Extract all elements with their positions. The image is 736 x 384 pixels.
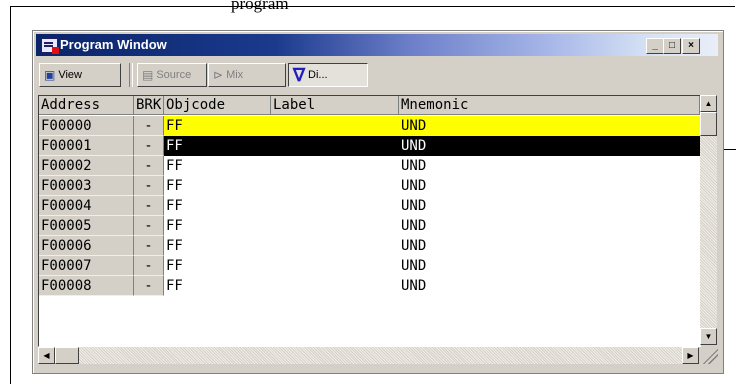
- table-row[interactable]: F00002- FF UND: [39, 156, 700, 176]
- cell-label: [271, 276, 399, 296]
- table-row[interactable]: F00006- FF UND: [39, 236, 700, 256]
- vertical-scroll-thumb[interactable]: [700, 112, 717, 136]
- cell-address: F00004: [39, 196, 134, 216]
- cell-brk[interactable]: -: [134, 276, 164, 296]
- table-row[interactable]: F00001- FF UND: [39, 136, 700, 156]
- cell-objcode: FF: [166, 238, 183, 254]
- table-row[interactable]: F00004- FF UND: [39, 196, 700, 216]
- cell-label: [271, 136, 399, 156]
- program-window-icon: [41, 38, 59, 54]
- cell-address: F00002: [39, 156, 134, 176]
- scroll-right-arrow-icon[interactable]: ▶: [682, 347, 699, 364]
- cell-address: F00007: [39, 256, 134, 276]
- cell-mnemonic: UND: [401, 218, 427, 234]
- toolbar-separator: [129, 63, 133, 87]
- cell-brk[interactable]: -: [134, 196, 164, 216]
- cell-mnemonic: UND: [399, 136, 700, 156]
- scroll-up-arrow-icon[interactable]: ▲: [700, 95, 717, 112]
- view-icon: ▣: [44, 68, 56, 82]
- cell-objcode: FF: [166, 218, 183, 234]
- cell-label: [271, 236, 399, 256]
- scroll-left-arrow-icon[interactable]: ◀: [38, 347, 55, 364]
- cell-label: [271, 176, 399, 196]
- cell-objcode: FF: [166, 198, 183, 214]
- cell-objcode: FF: [164, 136, 271, 156]
- cell-address: F00000: [39, 116, 134, 136]
- document-caption: program: [231, 0, 289, 13]
- cell-address: F00008: [39, 276, 134, 296]
- minimize-button[interactable]: _: [646, 38, 664, 54]
- cell-brk[interactable]: -: [134, 136, 164, 156]
- cell-mnemonic: UND: [401, 238, 427, 254]
- cell-label: [271, 116, 399, 136]
- cell-objcode: FF: [164, 116, 271, 136]
- cell-mnemonic: UND: [401, 198, 427, 214]
- cell-address: F00006: [39, 236, 134, 256]
- disassembly-button[interactable]: ∇ Di...: [288, 63, 368, 87]
- maximize-button[interactable]: □: [663, 38, 681, 54]
- cell-label: [271, 156, 399, 176]
- source-label: Source: [156, 69, 192, 81]
- cell-label: [271, 256, 399, 276]
- code-grid: Address BRK Objcode Label Mnemonic F0000…: [38, 95, 701, 347]
- cell-mnemonic: UND: [401, 158, 427, 174]
- column-header-mnemonic[interactable]: Mnemonic: [399, 96, 700, 115]
- mix-button[interactable]: ⊳ Mix: [208, 63, 286, 87]
- scroll-down-arrow-icon[interactable]: ▼: [700, 328, 717, 345]
- close-button[interactable]: ×: [682, 38, 700, 54]
- view-button[interactable]: ▣ View: [39, 63, 121, 87]
- cell-objcode: FF: [166, 158, 183, 174]
- toolbar: ▣ View ▤ Source ⊳ Mix ∇ Di...: [36, 59, 718, 91]
- cell-mnemonic: UND: [401, 258, 427, 274]
- table-row[interactable]: F00008- FF UND: [39, 276, 700, 296]
- table-row[interactable]: F00003- FF UND: [39, 176, 700, 196]
- cell-address: F00003: [39, 176, 134, 196]
- cell-brk[interactable]: -: [134, 156, 164, 176]
- title-bar[interactable]: Program Window _ □ ×: [36, 34, 718, 56]
- mix-label: Mix: [226, 69, 244, 81]
- mix-icon: ⊳: [213, 68, 224, 82]
- cell-objcode: FF: [166, 258, 183, 274]
- cell-mnemonic: UND: [401, 178, 427, 194]
- vertical-scrollbar[interactable]: ▲ ▼: [700, 95, 717, 345]
- column-header-brk[interactable]: BRK: [134, 96, 164, 115]
- cell-brk[interactable]: -: [134, 216, 164, 236]
- cell-brk[interactable]: -: [134, 236, 164, 256]
- table-row[interactable]: F00000- FF UND: [39, 116, 700, 136]
- cell-mnemonic: UND: [399, 116, 700, 136]
- cell-mnemonic: UND: [401, 278, 427, 294]
- cell-brk[interactable]: -: [134, 176, 164, 196]
- table-row[interactable]: F00007- FF UND: [39, 256, 700, 276]
- source-button[interactable]: ▤ Source: [137, 63, 207, 87]
- cell-address: F00005: [39, 216, 134, 236]
- cell-label: [271, 196, 399, 216]
- window-title: Program Window: [60, 37, 167, 52]
- cell-objcode: FF: [166, 178, 183, 194]
- column-header-objcode[interactable]: Objcode: [164, 96, 271, 115]
- cell-brk[interactable]: -: [134, 256, 164, 276]
- horizontal-scrollbar[interactable]: ◀ ▶: [38, 347, 699, 364]
- cell-label: [271, 216, 399, 236]
- cell-address: F00001: [39, 136, 134, 156]
- view-label: View: [58, 69, 82, 81]
- resize-grip-icon[interactable]: [701, 347, 718, 364]
- program-window: Program Window _ □ × ▣ View ▤ Source ⊳ M…: [32, 30, 724, 374]
- cell-brk[interactable]: -: [134, 116, 164, 136]
- source-icon: ▤: [142, 68, 154, 82]
- column-header-label[interactable]: Label: [271, 96, 399, 115]
- horizontal-scroll-thumb[interactable]: [55, 347, 79, 364]
- cell-objcode: FF: [166, 278, 183, 294]
- table-row[interactable]: F00005- FF UND: [39, 216, 700, 236]
- disassembly-label: Di...: [308, 69, 328, 81]
- disassembly-icon: ∇: [293, 64, 306, 85]
- column-header-address[interactable]: Address: [39, 96, 134, 115]
- program-window-icon-badge: [52, 47, 59, 54]
